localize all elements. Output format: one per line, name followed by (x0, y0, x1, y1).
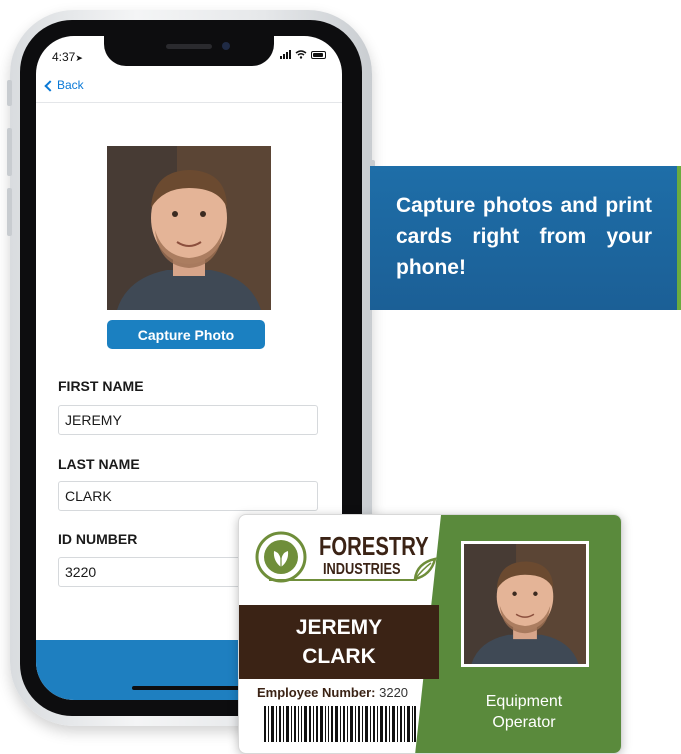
wifi-icon (295, 50, 307, 59)
last-name-input[interactable]: CLARK (58, 481, 318, 511)
card-first-name: JEREMY (295, 616, 383, 639)
home-indicator (132, 686, 244, 690)
id-number-label: ID NUMBER (58, 531, 138, 547)
phone-mute-switch (7, 80, 12, 106)
nav-divider (36, 102, 342, 103)
profile-photo (107, 146, 271, 310)
battery-icon (311, 50, 326, 59)
brand-underline (269, 579, 417, 581)
brand-subtitle: INDUSTRIES (323, 561, 401, 578)
front-camera (222, 42, 230, 50)
card-last-name: CLARK (302, 645, 376, 668)
leaf-logo-icon (255, 531, 307, 583)
chevron-left-icon (44, 79, 56, 92)
card-portrait-image (464, 544, 586, 664)
name-block: JEREMY CLARK (239, 605, 439, 679)
leaf-swoosh-icon (413, 557, 437, 581)
barcode-icon (264, 706, 416, 742)
back-label: Back (57, 78, 84, 92)
status-icons (280, 50, 326, 59)
location-arrow-icon: ➤ (75, 53, 83, 63)
last-name-label: LAST NAME (58, 456, 140, 472)
card-photo (461, 541, 589, 667)
phone-volume-up (7, 128, 12, 176)
first-name-input[interactable]: JEREMY (58, 405, 318, 435)
capture-photo-button[interactable]: Capture Photo (107, 320, 265, 349)
employee-number-label: Employee Number: (257, 685, 376, 700)
speaker-grille (166, 44, 212, 49)
back-button[interactable]: Back (44, 78, 84, 92)
signal-icon (280, 50, 291, 59)
person-portrait-image (107, 146, 271, 310)
first-name-label: FIRST NAME (58, 378, 144, 394)
phone-volume-down (7, 188, 12, 236)
job-title-line1: Equipment (485, 693, 563, 710)
status-time: 4:37➤ (52, 50, 83, 64)
job-title-line2: Operator (492, 714, 556, 731)
id-card: FORESTRY INDUSTRIES JEREMY CLARK Employe… (238, 514, 622, 754)
phone-notch (104, 36, 274, 66)
promo-text: Capture photos and print cards right fro… (396, 194, 652, 279)
employee-number-value: 3220 (379, 685, 409, 700)
promo-banner: Capture photos and print cards right fro… (370, 166, 681, 310)
employee-number-row: Employee Number: 3220 (257, 685, 408, 700)
